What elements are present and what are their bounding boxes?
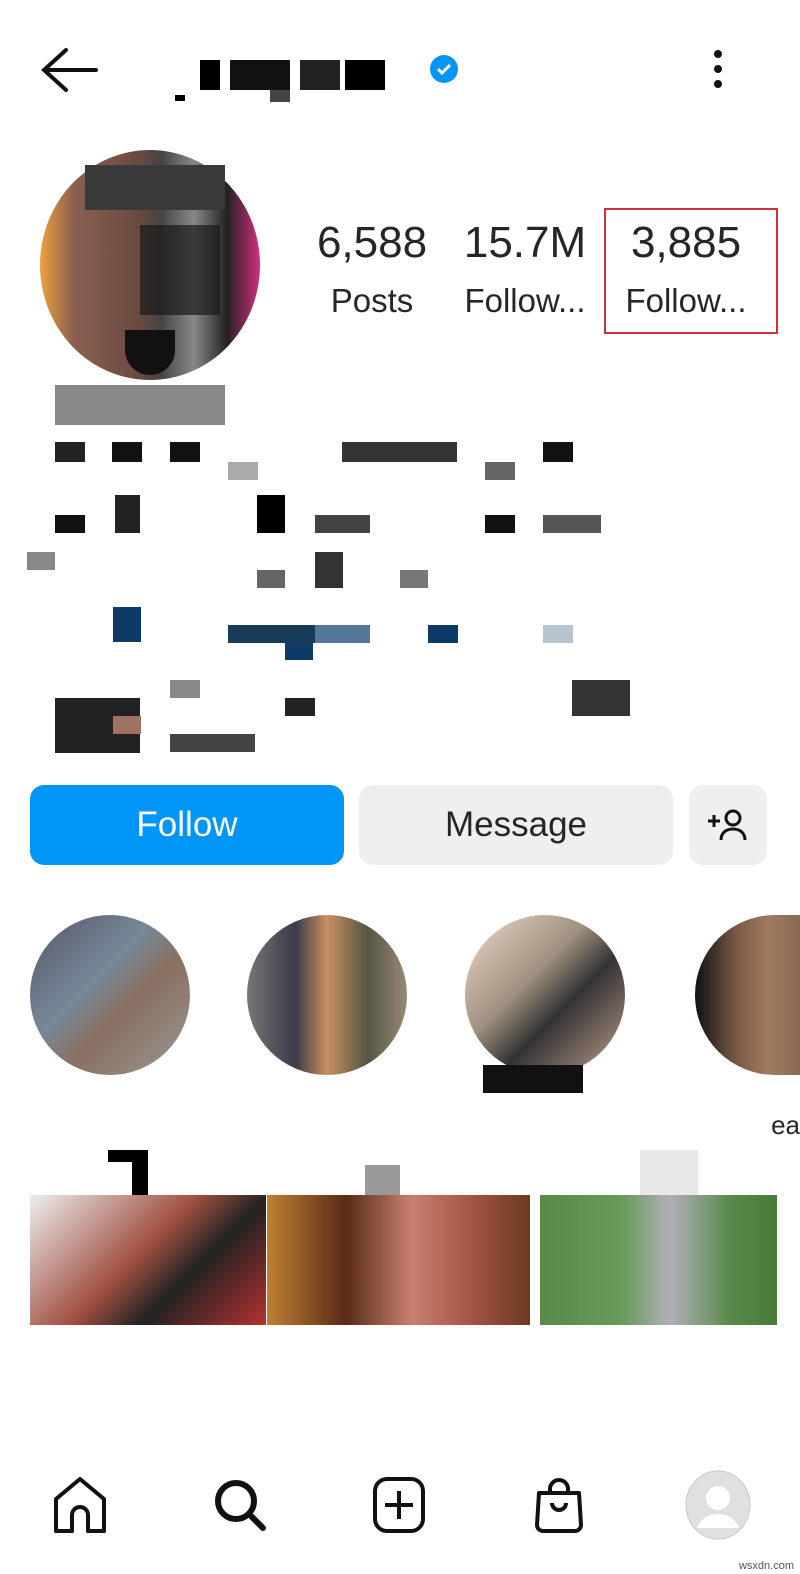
verified-badge-icon xyxy=(428,53,460,85)
more-vertical-icon xyxy=(714,50,722,88)
grid-overlay xyxy=(30,1325,777,1440)
tab-reels[interactable] xyxy=(365,1165,400,1195)
shop-icon xyxy=(535,1478,583,1533)
followers-label: Follow... xyxy=(464,282,586,319)
followers-count: 15.7M xyxy=(463,218,587,267)
create-icon xyxy=(373,1477,425,1533)
message-button[interactable]: Message xyxy=(359,785,673,865)
posts-label: Posts xyxy=(330,282,414,319)
suggest-people-button[interactable] xyxy=(689,785,767,865)
stat-followers[interactable]: 15.7M Follow... xyxy=(455,218,595,320)
search-icon xyxy=(215,1480,266,1531)
watermark: wsxdn.com xyxy=(738,1560,794,1572)
add-person-icon xyxy=(708,809,747,841)
tab-tagged[interactable] xyxy=(640,1150,698,1195)
profile-avatar-icon xyxy=(685,1470,751,1540)
follow-button[interactable]: Follow xyxy=(30,785,344,865)
story-highlight[interactable] xyxy=(30,915,190,1075)
story-highlight[interactable] xyxy=(465,915,625,1075)
nav-search[interactable] xyxy=(205,1470,275,1540)
nav-profile[interactable] xyxy=(683,1470,753,1540)
stat-posts[interactable]: 6,588 Posts xyxy=(302,218,442,320)
story-highlight[interactable] xyxy=(695,915,800,1075)
username-pixelated xyxy=(175,55,415,103)
nav-shop[interactable] xyxy=(524,1470,594,1540)
highlight-label: ea xyxy=(771,1110,800,1140)
nav-home[interactable] xyxy=(45,1470,115,1540)
story-highlight[interactable] xyxy=(247,915,407,1075)
highlight-box xyxy=(604,208,778,334)
back-button[interactable] xyxy=(38,45,102,95)
bio-pixelated xyxy=(0,380,800,755)
arrow-left-icon xyxy=(41,48,98,92)
nav-create[interactable] xyxy=(364,1470,434,1540)
highlight-label-pixelated xyxy=(483,1065,583,1093)
posts-count: 6,588 xyxy=(316,218,428,267)
profile-avatar[interactable] xyxy=(40,150,260,380)
tab-grid[interactable] xyxy=(108,1150,148,1195)
home-icon xyxy=(54,1477,106,1533)
more-options-button[interactable] xyxy=(700,45,736,95)
